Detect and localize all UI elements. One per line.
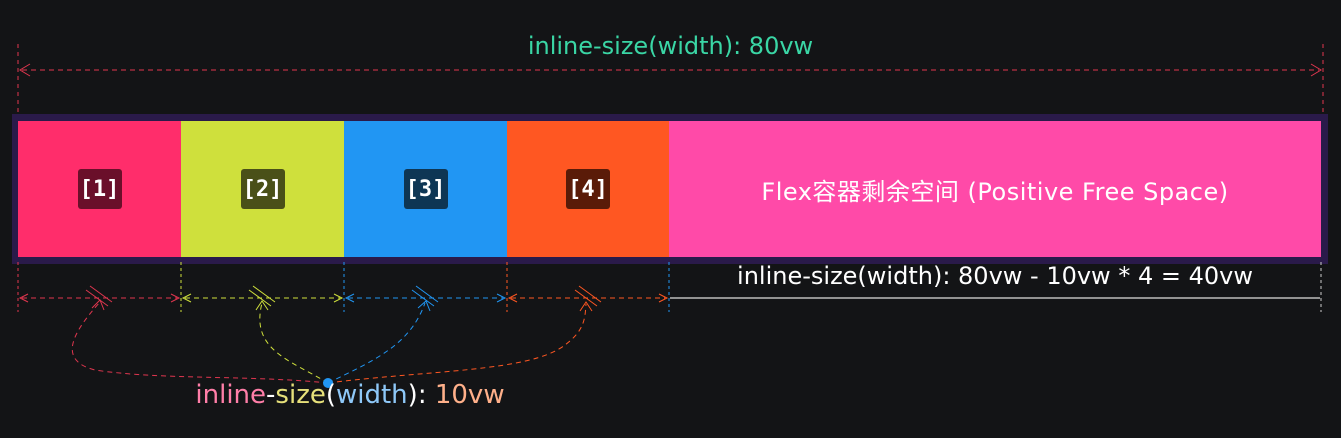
item-width-label-part: 10vw xyxy=(434,380,505,410)
item-width-label: inline-size(width): 10vw xyxy=(140,380,560,410)
item-width-label-part: - xyxy=(266,380,276,410)
item-width-label-part: size xyxy=(275,380,326,410)
measure-arrows xyxy=(17,262,1322,388)
item-width-label-part: width xyxy=(336,380,408,410)
item-width-label-part: ): xyxy=(407,380,435,410)
item-width-label-part: ( xyxy=(325,380,336,410)
item-width-label-part: inline xyxy=(195,380,267,410)
flexbox-diagram: inline-size(width): 80vw [1] [2] [3] [4]… xyxy=(0,0,1341,438)
